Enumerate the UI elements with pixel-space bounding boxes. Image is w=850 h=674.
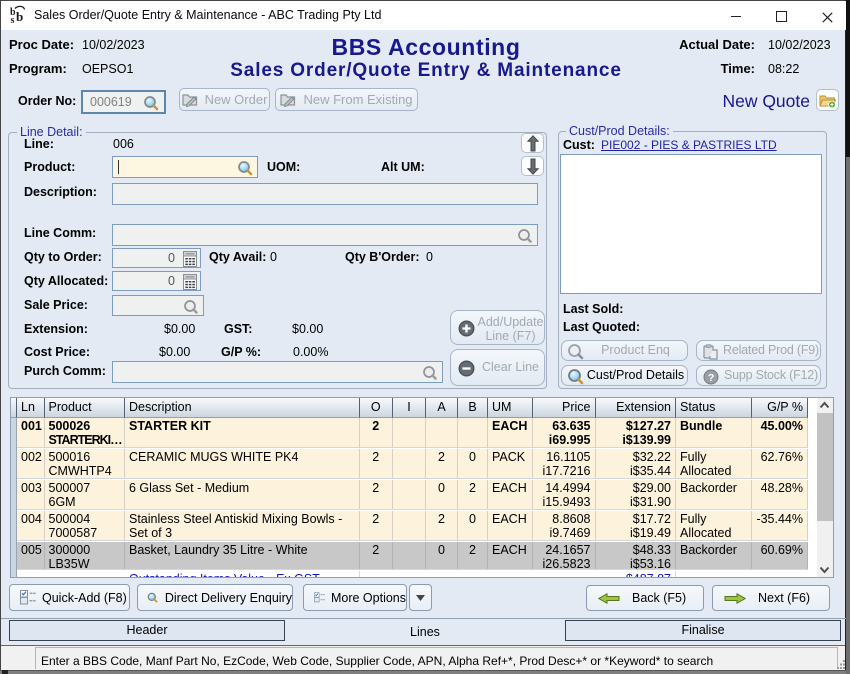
svg-text:b: b	[16, 9, 23, 24]
svg-text:s: s	[11, 15, 15, 25]
svg-text:?: ?	[708, 372, 714, 384]
